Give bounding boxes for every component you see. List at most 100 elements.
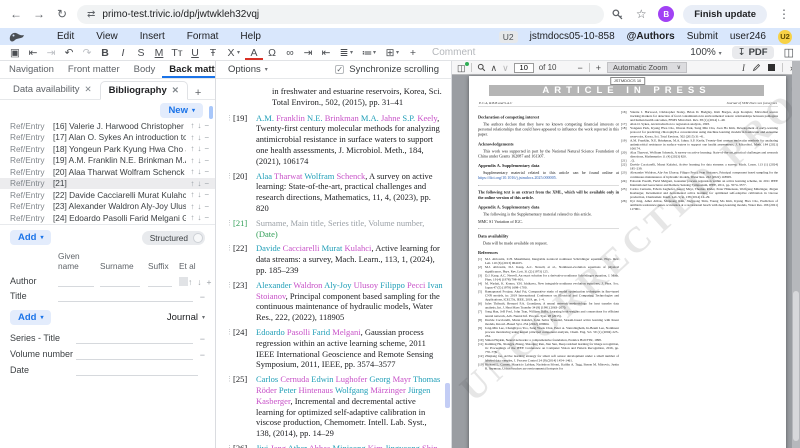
entry-move-down-icon[interactable]: ↓ — [197, 167, 201, 176]
finish-update-button[interactable]: Finish update — [683, 5, 767, 24]
drag-handle-icon[interactable]: ⋮ — [226, 443, 233, 448]
table-icon[interactable]: ⊞ — [381, 46, 399, 60]
forward-icon[interactable]: → — [31, 7, 47, 21]
pdf-zoom-in-icon[interactable]: + — [596, 63, 601, 73]
pdf-zoom-out-icon[interactable]: − — [578, 63, 583, 73]
pdf-stamp-icon[interactable] — [768, 64, 775, 71]
entry-move-down-icon[interactable]: ↓ — [197, 144, 201, 153]
entry-remove-icon[interactable]: − — [204, 144, 209, 153]
entry-list-item[interactable]: Ref/Entry[24] Edoardo Pasolli Farid Melg… — [0, 212, 215, 224]
entry-move-up-icon[interactable]: ↑ — [190, 144, 194, 153]
drag-handle-icon[interactable]: ⋮ — [226, 171, 233, 214]
drag-handle-icon[interactable]: ⋮ — [226, 374, 233, 439]
remove-field-icon[interactable]: − — [200, 350, 205, 360]
reference-entry[interactable]: ⋮[26]Jiyi Jang Ather Abbas Minjeong Kim … — [226, 443, 443, 448]
close-tab-icon[interactable]: ✕ — [172, 85, 179, 96]
zoom-control[interactable]: 100% ▾ — [690, 47, 721, 58]
reference-entry[interactable]: ⋮[19]A.M. Franklin N.E. Brinkman M.A. Ja… — [226, 113, 443, 167]
entry-move-down-icon[interactable]: ↓ — [197, 133, 201, 142]
entry-move-up-icon[interactable]: ↑ — [190, 121, 194, 130]
pdf-sidebar-toggle-icon[interactable]: ◫ — [457, 63, 466, 73]
back-icon[interactable]: ← — [8, 7, 24, 21]
bold-icon[interactable]: B — [96, 46, 114, 60]
reference-entry[interactable]: ⋮[22]Davide Cacciarelli Murat Kulahci, A… — [226, 243, 443, 275]
drag-handle-icon[interactable]: ⋮ — [226, 327, 233, 370]
entry-remove-icon[interactable]: − — [204, 121, 209, 130]
menu-format[interactable]: Format — [176, 31, 230, 42]
entry-move-up-icon[interactable]: ↑ — [190, 167, 194, 176]
page-setup-icon[interactable]: ▣ — [6, 46, 24, 60]
entry-remove-icon[interactable]: − — [204, 190, 209, 199]
drag-handle-icon[interactable]: ⋮ — [226, 243, 233, 275]
entry-list-item[interactable]: Ref/Entry[18] Yongeun Park Kyung Hwa Cho… — [0, 143, 215, 155]
entry-move-up-icon[interactable]: ↑ — [190, 213, 194, 222]
entry-remove-icon[interactable]: − — [204, 156, 209, 165]
entry-type-dropdown[interactable]: Journal▾ — [167, 312, 205, 323]
entry-remove-icon[interactable]: − — [204, 202, 209, 211]
options-dropdown[interactable]: Options▾ — [228, 64, 268, 75]
entry-move-down-icon[interactable]: ↓ — [197, 121, 201, 130]
entry-list-item[interactable]: Ref/Entry[19] A.M. Franklin N.E. Brinkma… — [0, 155, 215, 167]
entry-move-down-icon[interactable]: ↓ — [197, 190, 201, 199]
list-icon[interactable]: ≔ — [358, 46, 376, 60]
menu-view[interactable]: View — [85, 31, 129, 42]
insert-icon[interactable]: + — [404, 46, 422, 60]
entry-list-scrollbar[interactable] — [209, 106, 213, 119]
add-tab-icon[interactable]: + — [188, 87, 208, 99]
add-field-button[interactable]: Add▾ — [10, 230, 51, 245]
add-field-button-2[interactable]: Add▾ — [10, 310, 51, 325]
browser-profile-avatar[interactable]: B — [658, 6, 674, 22]
entry-move-down-icon[interactable]: ↓ — [197, 179, 201, 188]
entry-list-item[interactable]: Ref/Entry[16] Valerie J. Harwood Christo… — [0, 120, 215, 132]
reference-entry[interactable]: ⋮[21]Surname, Main title, Series title, … — [226, 218, 443, 240]
move-down-icon[interactable]: ↓ — [197, 277, 201, 287]
synchronize-scrolling-control[interactable]: ✓ Synchronize scrolling — [335, 64, 439, 75]
field-input[interactable] — [76, 351, 193, 360]
doc-tab-bibliography[interactable]: Bibliography✕ — [100, 81, 188, 100]
authors-mention[interactable]: @Authors — [627, 31, 675, 42]
menu-edit[interactable]: Edit — [46, 31, 85, 42]
address-bar[interactable]: ⇄ primo-test.trivic.io/dp/jwtwkleh32vqj — [77, 5, 604, 24]
export-pdf-button[interactable]: ↧PDF — [732, 46, 774, 59]
pdf-text-select-icon[interactable]: I — [742, 63, 745, 73]
middle-panel-scrollbar[interactable] — [445, 383, 450, 408]
font-color-icon[interactable]: A — [245, 46, 263, 60]
small-caps-icon[interactable]: S — [132, 46, 150, 60]
tab-back-matter[interactable]: Back matter — [162, 61, 216, 78]
tab-navigation[interactable]: Navigation — [2, 61, 61, 78]
pdf-prev-page-icon[interactable]: ∧ — [491, 63, 498, 73]
reference-continuation[interactable]: in freshwater and estuarine reservoirs, … — [272, 86, 443, 108]
suffix-input[interactable] — [148, 278, 172, 287]
passkey-icon[interactable] — [611, 8, 624, 21]
drag-handle-icon[interactable]: ⋮ — [226, 280, 233, 323]
entry-move-up-icon[interactable]: ↑ — [190, 202, 194, 211]
underline-icon[interactable]: U — [186, 46, 204, 60]
reference-entry[interactable]: ⋮[20]Alaa Tharwat Wolfram Schenck, A sur… — [226, 171, 443, 214]
pdf-search-icon[interactable] — [477, 63, 486, 72]
user-avatar[interactable]: U2 — [778, 30, 792, 44]
given-name-input[interactable] — [58, 278, 94, 287]
etal-checkbox[interactable] — [179, 277, 188, 286]
indent-icon[interactable]: ⇥ — [299, 46, 317, 60]
entry-move-down-icon[interactable]: ↓ — [197, 202, 201, 211]
remove-title-icon[interactable]: − — [200, 292, 205, 302]
special-char-icon[interactable]: Ω — [263, 46, 281, 60]
tab-front-matter[interactable]: Front matter — [61, 61, 127, 78]
pdf-draw-icon[interactable] — [752, 63, 761, 72]
surname-input[interactable] — [100, 278, 140, 287]
strikethrough-icon[interactable]: Ŧ — [204, 46, 222, 60]
sync-checkbox[interactable]: ✓ — [335, 65, 344, 74]
entry-list-item[interactable]: Ref/Entry[22] Davide Cacciarelli Murat K… — [0, 189, 215, 201]
field-input[interactable] — [76, 335, 193, 344]
script-icon[interactable]: X — [222, 46, 240, 60]
menu-help[interactable]: Help — [229, 31, 272, 42]
entry-list-item[interactable]: Ref/Entry[21]↑↓− — [0, 178, 215, 190]
bookmark-star-icon[interactable]: ☆ — [633, 7, 649, 21]
tab-body[interactable]: Body — [127, 61, 163, 78]
move-up-icon[interactable]: ↑ — [188, 277, 192, 287]
entry-move-down-icon[interactable]: ↓ — [197, 213, 201, 222]
split-view-icon[interactable]: ◫ — [784, 46, 794, 59]
entry-move-up-icon[interactable]: ↑ — [190, 156, 194, 165]
reload-icon[interactable]: ↻ — [54, 7, 70, 21]
browser-menu-icon[interactable]: ⋮ — [776, 7, 792, 21]
